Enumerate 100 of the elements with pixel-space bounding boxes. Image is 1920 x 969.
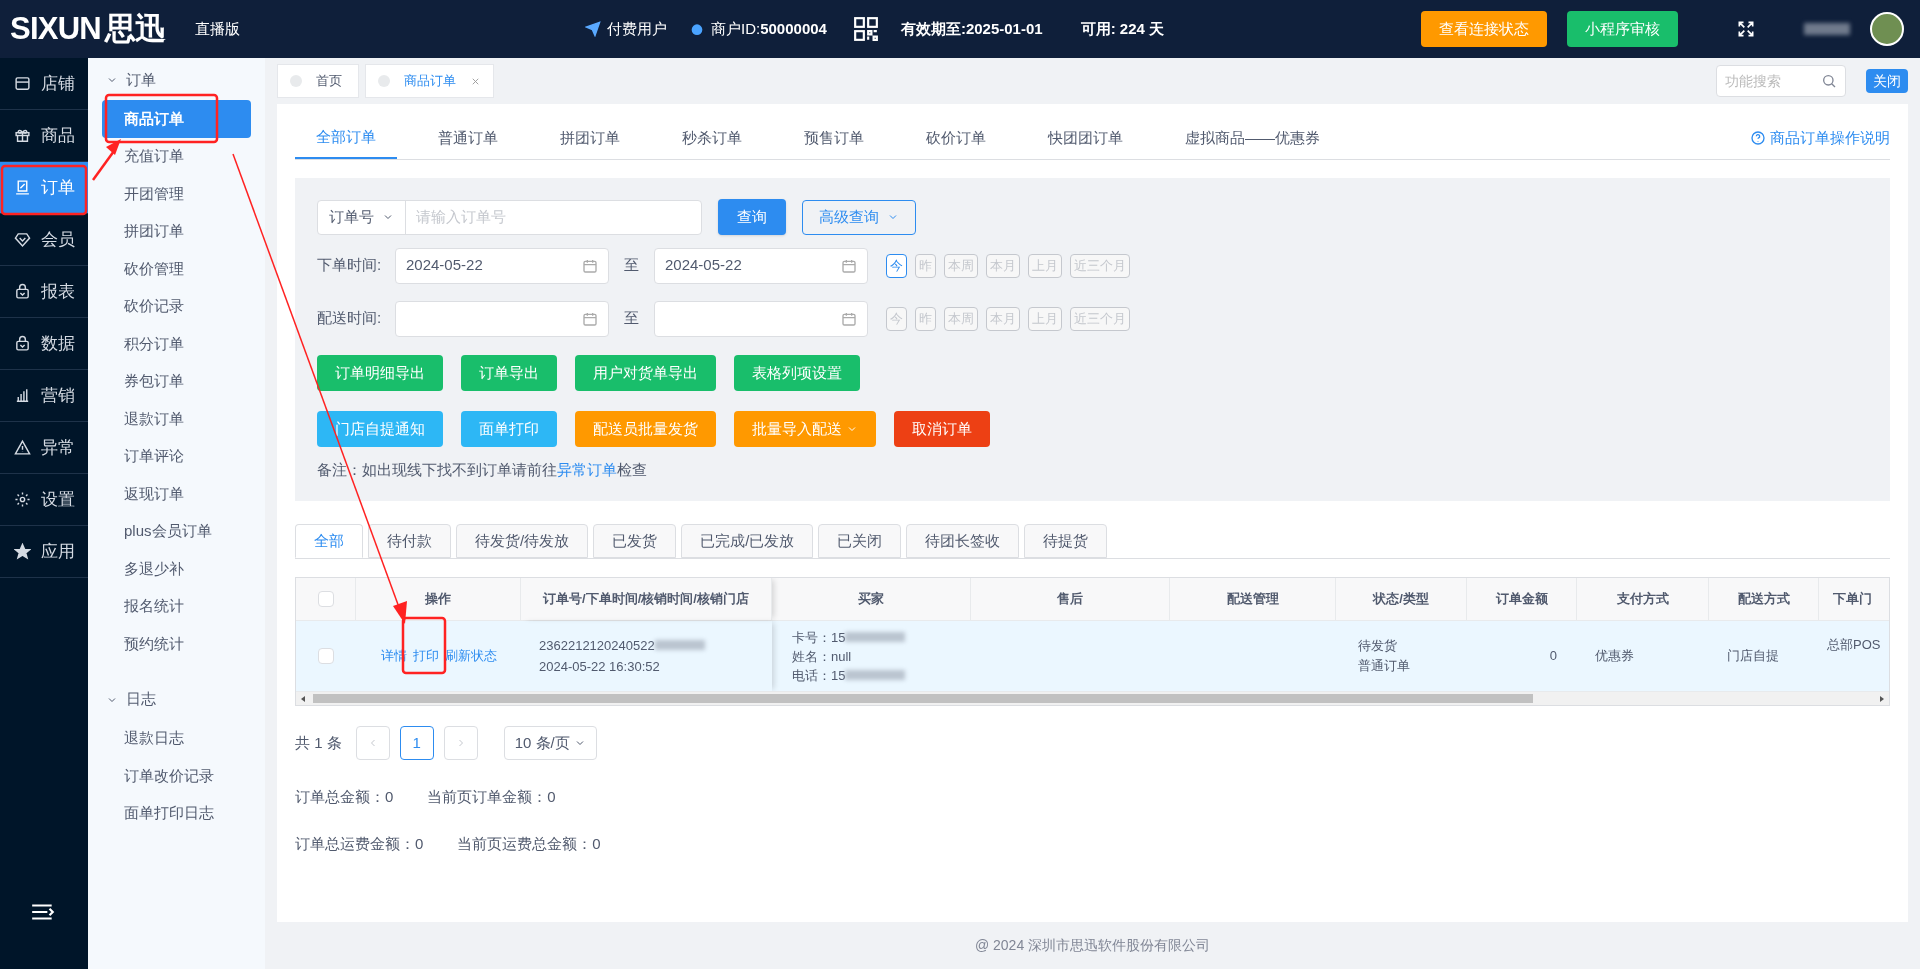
store-icon xyxy=(14,75,31,92)
gift-icon xyxy=(14,127,31,144)
date-field[interactable]: 2024-05-22 xyxy=(654,247,868,284)
column-header: 状态/类型 xyxy=(1336,578,1467,620)
fullscreen-icon xyxy=(1736,19,1756,39)
help-link[interactable]: 商品订单操作说明 xyxy=(1750,117,1890,159)
range-separator: 至 xyxy=(623,308,640,329)
edition-label: 直播版 xyxy=(195,18,240,39)
scrollbar-thumb[interactable] xyxy=(313,694,1533,703)
submenu-item[interactable]: 砍价管理 xyxy=(102,250,251,288)
order-type-tab[interactable]: 普通订单 xyxy=(417,117,519,159)
column-header: 配送管理 xyxy=(1170,578,1336,620)
help-icon xyxy=(1750,130,1766,146)
avatar[interactable] xyxy=(1870,12,1904,46)
submenu-item[interactable]: plus会员订单 xyxy=(102,512,251,550)
submenu-item[interactable]: 退款订单 xyxy=(102,400,251,438)
qr-code-icon xyxy=(852,16,879,42)
order-type-tab[interactable]: 虚拟商品——优惠券 xyxy=(1164,117,1341,159)
page-tab[interactable]: 首页 xyxy=(277,64,359,98)
submenu-item[interactable]: 拼团订单 xyxy=(102,212,251,250)
status-tab[interactable]: 待付款 xyxy=(368,524,451,558)
logo-text-cn: 思迅 xyxy=(104,9,166,48)
order-type-tab[interactable]: 秒杀订单 xyxy=(661,117,763,159)
submenu-item[interactable]: 砍价记录 xyxy=(102,287,251,325)
quick-date-button[interactable]: 今 xyxy=(886,253,907,278)
remaining-days: 可用: 224 天 xyxy=(1080,17,1164,41)
search-icon xyxy=(1821,73,1837,89)
horizontal-scrollbar[interactable] xyxy=(296,691,1889,705)
next-page-button[interactable] xyxy=(443,726,478,760)
status-tab[interactable]: 待提货 xyxy=(1024,524,1108,558)
order-type-tab[interactable]: 拼团订单 xyxy=(539,117,641,159)
diamond-icon xyxy=(14,231,31,248)
submenu-item[interactable]: 报名统计 xyxy=(102,587,251,625)
search-type-select[interactable]: 订单号 xyxy=(318,200,406,234)
submenu-item[interactable]: 开团管理 xyxy=(102,175,251,213)
redaction-blur xyxy=(845,670,906,680)
order-type-tab[interactable]: 预售订单 xyxy=(783,117,885,159)
status-tab[interactable]: 待发货/待发放 xyxy=(456,524,589,558)
status-tab[interactable]: 已完成/已发放 xyxy=(681,524,814,558)
order-type-tab[interactable]: 砍价订单 xyxy=(905,117,1007,159)
submenu-item[interactable]: 返现订单 xyxy=(102,475,251,513)
calendar-icon xyxy=(841,257,857,274)
order-status: 普通订单 xyxy=(1358,657,1411,675)
menu-group[interactable]: 订单 xyxy=(88,65,265,95)
submenu-item[interactable]: 多退少补 xyxy=(102,550,251,588)
column-header: 买家 xyxy=(772,578,971,620)
previous-page-button[interactable] xyxy=(355,726,390,760)
field-label: 配送时间: xyxy=(317,308,383,329)
status-tab[interactable]: 全部 xyxy=(295,524,363,558)
column-header: 下单门 xyxy=(1832,590,1873,609)
date-field[interactable]: 2024-05-22 xyxy=(395,247,609,284)
checkbox[interactable] xyxy=(318,648,334,664)
total-count: 共 1 条 xyxy=(295,732,342,753)
action-button[interactable]: 取消订单 xyxy=(894,411,990,447)
status-tab[interactable]: 待团长签收 xyxy=(906,524,1020,558)
date-field[interactable] xyxy=(395,300,609,337)
total-amount: 当前页运费总金额：0 xyxy=(457,833,601,854)
payment-method: 优惠券 xyxy=(1595,647,1634,666)
menu-group[interactable]: 日志 xyxy=(88,684,265,715)
calendar-icon xyxy=(582,310,598,327)
column-header: 订单号/下单时间/核销时间/核销门店 xyxy=(521,578,772,620)
submenu-item[interactable]: 预约统计 xyxy=(102,625,251,663)
column-header: 售后 xyxy=(971,578,1170,620)
page-tab[interactable]: 商品订单 xyxy=(365,64,494,98)
date-field[interactable] xyxy=(654,300,868,337)
expiry-date: 有效期至:2025-01-01 xyxy=(900,18,1043,39)
submenu-item[interactable]: 订单改价记录 xyxy=(102,757,251,795)
buyer-info: 卡号：15 xyxy=(792,628,846,647)
total-amount: 订单总金额：0 xyxy=(295,787,394,807)
column-header: 支付方式 xyxy=(1577,578,1709,620)
calendar-icon xyxy=(582,257,598,274)
tab-label: 首页 xyxy=(315,72,343,91)
submenu-item[interactable]: 订单评论 xyxy=(102,437,251,475)
submenu-item[interactable]: 退款日志 xyxy=(102,719,251,757)
star-icon xyxy=(14,543,31,560)
submenu-item[interactable]: 积分订单 xyxy=(102,325,251,363)
status-tab[interactable]: 已关闭 xyxy=(818,524,902,558)
search-input[interactable]: 功能搜索 xyxy=(1725,70,1821,92)
paper-plane-icon xyxy=(585,21,601,37)
order-type-tab[interactable]: 快团团订单 xyxy=(1027,117,1144,159)
annotation-arrow xyxy=(92,139,121,181)
range-separator: 至 xyxy=(623,255,640,276)
calendar-icon xyxy=(841,310,857,327)
status-tab[interactable]: 已发货 xyxy=(593,524,677,558)
tab-label: 商品订单 xyxy=(403,72,457,91)
order-status: 待发货 xyxy=(1358,637,1398,655)
note-text: 检查 xyxy=(617,460,647,480)
warning-icon xyxy=(14,439,31,456)
order-number: 2362212120240522 xyxy=(539,636,655,655)
submenu-item[interactable]: 券包订单 xyxy=(102,362,251,400)
settings-icon xyxy=(14,491,31,508)
page-size-select[interactable]: 10 条/页 xyxy=(503,726,597,760)
search-field[interactable]: 功能搜索 xyxy=(1716,65,1846,97)
redaction-blur xyxy=(654,640,705,651)
submenu-item[interactable]: 充值订单 xyxy=(102,137,251,175)
submenu-item[interactable]: 面单打印日志 xyxy=(102,794,251,832)
checkbox[interactable] xyxy=(317,591,334,607)
order-type-tab[interactable]: 全部订单 xyxy=(295,117,397,159)
field-label: 下单时间: xyxy=(317,255,383,276)
order-store: 总部POS xyxy=(1827,637,1881,652)
